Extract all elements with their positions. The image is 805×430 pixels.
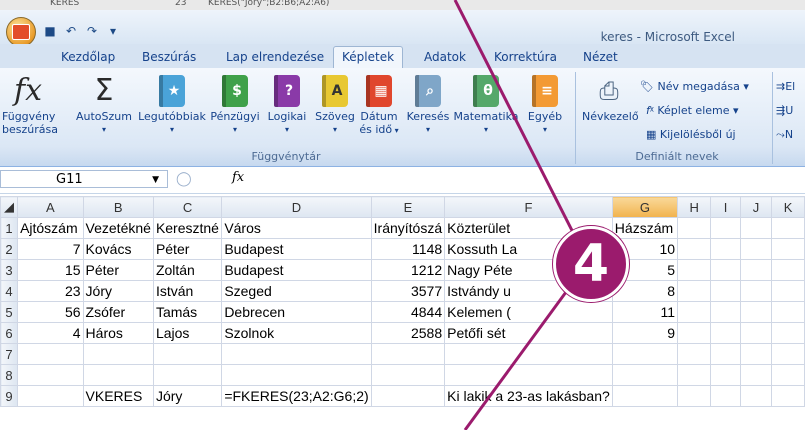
- callout-line: [453, 0, 590, 430]
- step-number-badge: 4: [553, 226, 629, 302]
